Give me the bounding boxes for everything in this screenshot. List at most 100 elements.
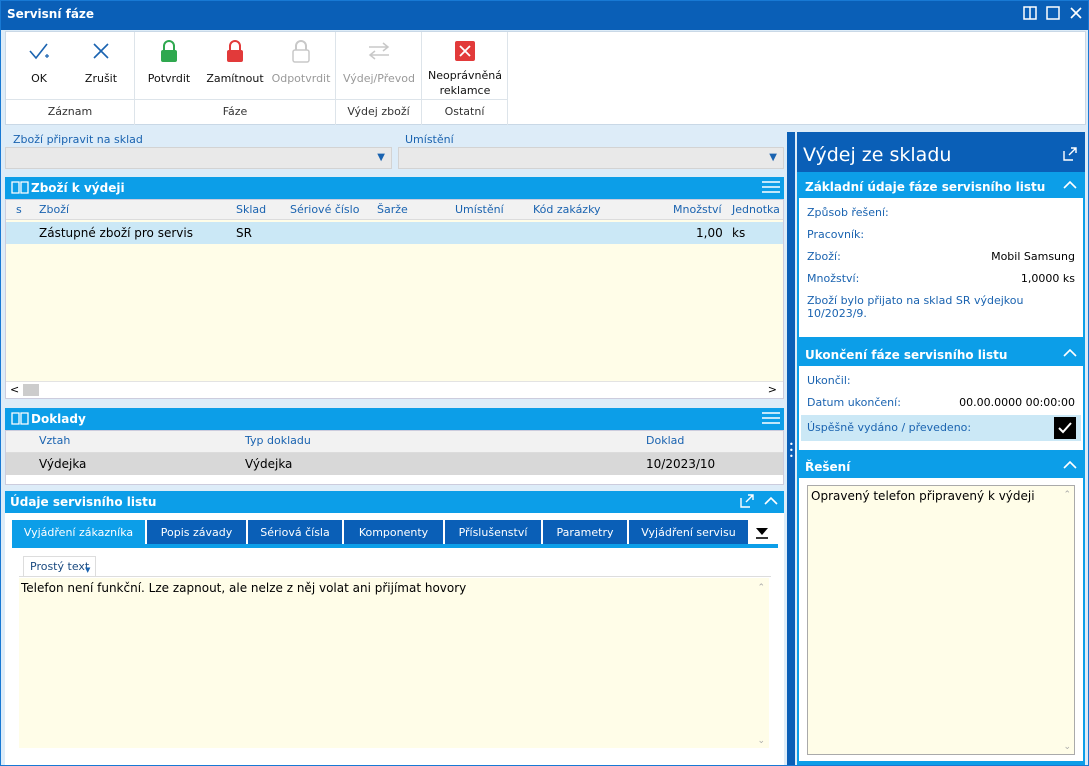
method-label: Způsob řešení: xyxy=(807,206,889,219)
issue-label: Výdej/Převod xyxy=(343,72,415,85)
group-label-phase: Fáze xyxy=(135,99,335,121)
window-title: Servisní fáze xyxy=(7,7,95,21)
quantity-value: 1,0000 ks xyxy=(1020,272,1075,285)
col-quantity[interactable]: Množství xyxy=(673,203,722,216)
scroll-down-icon[interactable]: ⌄ xyxy=(1063,742,1071,752)
col-s[interactable]: s xyxy=(16,203,22,216)
right-panel: Výdej ze skladu Základní údaje fáze serv… xyxy=(797,132,1085,765)
tab-serial-numbers[interactable]: Sériová čísla xyxy=(248,520,342,544)
solution-section: Řešení Opravený telefon připravený k výd… xyxy=(799,456,1083,761)
solution-section-header: Řešení xyxy=(799,456,1083,478)
method-row: Způsob řešení: xyxy=(807,206,1075,219)
x-icon xyxy=(72,38,130,64)
horizontal-scrollbar[interactable]: < > xyxy=(6,381,783,398)
close-icon[interactable] xyxy=(1069,6,1085,22)
unjustified-complaint-button[interactable]: Neoprávněná reklamce xyxy=(426,38,504,98)
location-combo[interactable]: ▼ xyxy=(398,147,784,169)
hamburger-menu-icon[interactable] xyxy=(762,411,780,428)
unconfirm-button[interactable]: Odpotvrdit xyxy=(269,38,333,85)
goods-grid-header: s Zboží Sklad Sériové číslo Šarže Umístě… xyxy=(6,200,783,220)
solution-section-title: Řešení xyxy=(805,460,851,474)
quantity-row: Množství: 1,0000 ks xyxy=(807,272,1075,285)
tab-service-statement[interactable]: Vyjádření servisu xyxy=(629,520,748,544)
group-label-record: Záznam xyxy=(6,99,134,121)
end-date-row: Datum ukončení: 00.00.0000 00:00:00 xyxy=(807,396,1075,409)
prepare-warehouse-label: Zboží připravit na sklad xyxy=(13,133,143,146)
hamburger-menu-icon[interactable] xyxy=(762,180,780,197)
splitter[interactable]: • • • xyxy=(787,132,795,765)
tab-customer-statement[interactable]: Vyjádření zákazníka xyxy=(12,520,145,544)
reject-button[interactable]: Zamítnout xyxy=(201,38,269,85)
col-unit[interactable]: Jednotka xyxy=(732,203,780,216)
solution-content: Opravený telefon připravený k výdeji xyxy=(811,489,1035,503)
col-batch[interactable]: Šarže xyxy=(377,203,408,216)
goods-grid: s Zboží Sklad Sériové číslo Šarže Umístě… xyxy=(5,199,784,399)
cell-unit: ks xyxy=(732,226,746,240)
basic-section: Základní údaje fáze servisního listu Způ… xyxy=(799,176,1083,337)
service-panel-header: Údaje servisního listu xyxy=(5,491,784,513)
tab-components[interactable]: Komponenty xyxy=(344,520,443,544)
reject-label: Zamítnout xyxy=(206,72,264,85)
ok-button[interactable]: OK xyxy=(16,38,62,85)
cell-doc-type: Výdejka xyxy=(245,457,293,471)
chevron-up-icon[interactable] xyxy=(764,494,778,511)
col-relation[interactable]: Vztah xyxy=(39,434,70,447)
worker-row: Pracovník: xyxy=(807,228,1075,241)
col-order-code[interactable]: Kód zakázky xyxy=(533,203,601,216)
ended-by-label: Ukončil: xyxy=(807,374,851,387)
tab-defect-description[interactable]: Popis závady xyxy=(147,520,246,544)
docs-grid-header: Vztah Typ dokladu Doklad xyxy=(6,431,783,453)
confirm-button[interactable]: Potvrdit xyxy=(143,38,195,85)
maximize-icon[interactable] xyxy=(1046,6,1062,22)
customer-statement-text[interactable]: Telefon není funkční. Lze zapnout, ale n… xyxy=(19,578,769,748)
receipt-note-row: Zboží bylo přijato na sklad SR výdejkou … xyxy=(807,294,1075,320)
unjustified-label-2: reklamce xyxy=(439,84,491,97)
ribbon-group-issue: Výdej/Převod Výdej zboží xyxy=(336,32,422,125)
cancel-label: Zrušit xyxy=(84,72,118,85)
gray-lock-icon xyxy=(269,38,333,64)
scroll-left-icon[interactable]: < xyxy=(10,383,19,396)
col-goods[interactable]: Zboží xyxy=(39,203,69,216)
scroll-down-icon[interactable]: ⌄ xyxy=(757,736,765,746)
scroll-up-icon[interactable]: ⌃ xyxy=(757,583,765,593)
issue-transfer-button[interactable]: Výdej/Převod xyxy=(340,38,418,85)
service-panel-title: Údaje servisního listu xyxy=(10,495,157,509)
docs-panel-header: Doklady xyxy=(5,408,784,430)
popout-icon[interactable] xyxy=(740,494,754,511)
col-doc-type[interactable]: Typ dokladu xyxy=(245,434,311,447)
scroll-up-icon[interactable]: ⌃ xyxy=(1063,490,1071,500)
editor-toolbar: Prostý text ▼ xyxy=(19,554,771,577)
popout-icon[interactable] xyxy=(1063,144,1077,166)
end-date-value: 00.00.0000 00:00:00 xyxy=(959,396,1075,409)
table-row[interactable]: Výdejka Výdejka 10/2023/10 xyxy=(6,453,783,475)
cell-goods: Zástupné zboží pro servis xyxy=(39,226,193,240)
scroll-thumb[interactable] xyxy=(23,384,39,396)
tab-accessories[interactable]: Příslušenství xyxy=(445,520,541,544)
col-warehouse[interactable]: Sklad xyxy=(236,203,266,216)
chevron-up-icon[interactable] xyxy=(1063,346,1077,363)
confirm-label: Potvrdit xyxy=(147,72,191,85)
ribbon-group-record: OK Zrušit Záznam xyxy=(6,32,135,125)
scroll-right-icon[interactable]: > xyxy=(768,383,777,396)
cell-warehouse: SR xyxy=(236,226,252,240)
goods-panel-header: Zboží k výdeji xyxy=(5,177,784,199)
col-serial[interactable]: Sériové číslo xyxy=(290,203,359,216)
success-checkbox[interactable] xyxy=(1054,417,1076,439)
red-x-box-icon xyxy=(426,38,504,64)
col-document[interactable]: Doklad xyxy=(646,434,684,447)
cancel-button[interactable]: Zrušit xyxy=(72,38,130,85)
tab-parameters[interactable]: Parametry xyxy=(543,520,627,544)
table-row[interactable]: Zástupné zboží pro servis SR 1,00 ks xyxy=(6,222,783,244)
col-location[interactable]: Umístění xyxy=(455,203,504,216)
prepare-warehouse-combo[interactable]: ▼ xyxy=(5,147,392,169)
tab-overflow-icon[interactable] xyxy=(754,522,770,543)
solution-text[interactable]: Opravený telefon připravený k výdeji ⌃ ⌄ xyxy=(807,485,1075,755)
group-label-other: Ostatní xyxy=(422,99,507,121)
restore-icon[interactable] xyxy=(1023,6,1039,22)
chevron-up-icon[interactable] xyxy=(1063,178,1077,195)
cell-document: 10/2023/10 xyxy=(646,457,716,471)
service-phase-window: Servisní fáze OK Zrušit Záznam Potvrdit … xyxy=(0,0,1089,766)
ribbon-group-phase: Potvrdit Zamítnout Odpotvrdit Fáze xyxy=(135,32,336,125)
right-panel-title-bar: Výdej ze skladu xyxy=(797,132,1085,172)
chevron-up-icon[interactable] xyxy=(1063,458,1077,475)
